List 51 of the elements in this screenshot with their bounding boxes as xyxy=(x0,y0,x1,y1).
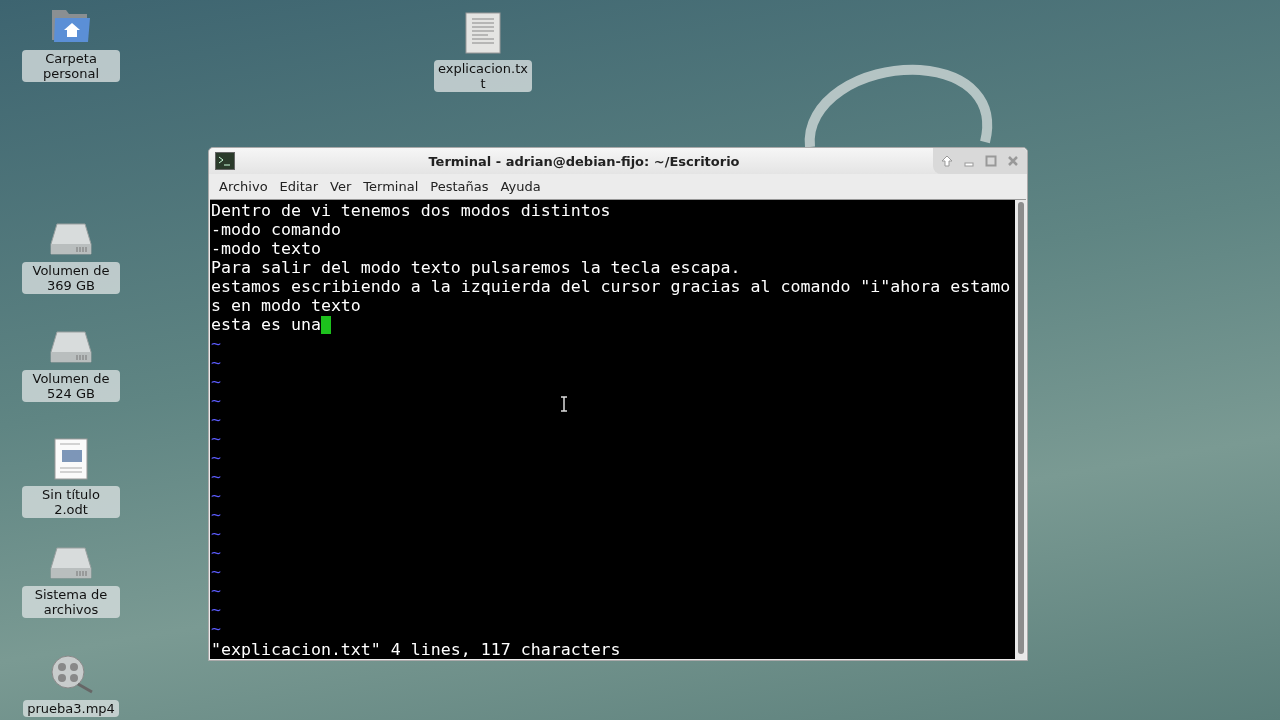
empty-line-marker: ~ xyxy=(211,600,221,619)
empty-line-marker: ~ xyxy=(211,410,221,429)
empty-line-marker: ~ xyxy=(211,581,221,600)
desktop-icon-label[interactable]: Carpeta personal xyxy=(22,50,120,82)
empty-line-marker: ~ xyxy=(211,448,221,467)
hard-drive-icon[interactable] xyxy=(49,330,93,364)
status-line: "explicacion.txt" 4 lines, 117 characters xyxy=(211,640,621,659)
empty-line-marker: ~ xyxy=(211,562,221,581)
menu-item[interactable]: Terminal xyxy=(357,179,425,194)
empty-line-marker: ~ xyxy=(211,543,221,562)
buffer-line: -modo texto xyxy=(211,239,321,258)
buffer-line: Dentro de vi tenemos dos modos distintos xyxy=(211,201,611,220)
empty-line-marker: ~ xyxy=(211,334,221,353)
menu-item[interactable]: Pestañas xyxy=(424,179,495,194)
menu-item[interactable]: Ayuda xyxy=(494,179,547,194)
document-icon[interactable] xyxy=(54,438,88,480)
close-icon[interactable] xyxy=(1007,155,1019,167)
window-title: Terminal - adrian@debian-fijo: ~/Escritorio xyxy=(427,153,741,169)
buffer-line: esta es una xyxy=(211,315,321,334)
menu-item[interactable]: Archivo xyxy=(213,179,274,194)
empty-line-marker: ~ xyxy=(211,524,221,543)
text-file-icon[interactable] xyxy=(465,12,501,54)
desktop-icon-label[interactable]: Sistema de archivos xyxy=(22,586,120,618)
empty-line-marker: ~ xyxy=(211,486,221,505)
menu-item[interactable]: Editar xyxy=(273,179,325,194)
empty-line-marker: ~ xyxy=(211,505,221,524)
empty-line-marker: ~ xyxy=(211,467,221,486)
empty-line-marker: ~ xyxy=(211,372,221,391)
scrollbar-thumb[interactable] xyxy=(1017,202,1024,654)
scrollbar[interactable] xyxy=(1015,200,1026,659)
buffer-line: estamos escribiendo a la izquierda del cursor gracias al comando "i"ahora estamo xyxy=(211,277,1011,296)
terminal-icon xyxy=(215,152,235,170)
empty-line-marker: ~ xyxy=(211,353,221,372)
buffer-line: Para salir del modo texto pulsaremos la tecla escapa. xyxy=(211,258,741,277)
desktop-icon-label[interactable]: explicacion.txt xyxy=(434,60,532,92)
buffer-line: -modo comando xyxy=(211,220,341,239)
hard-drive-icon[interactable] xyxy=(49,222,93,256)
desktop-icon-label[interactable]: Sin título 2.odt xyxy=(22,486,120,518)
desktop-icon-label[interactable]: prueba3.mp4 xyxy=(23,700,119,717)
maximize-icon[interactable] xyxy=(985,155,997,167)
empty-line-marker: ~ xyxy=(211,429,221,448)
desktop-icon-label[interactable]: Volumen de 524 GB xyxy=(22,370,120,402)
menu-item[interactable]: Ver xyxy=(324,179,358,194)
film-reel-icon[interactable] xyxy=(48,654,94,694)
hard-drive-icon[interactable] xyxy=(49,546,93,580)
up-arrow-icon[interactable] xyxy=(941,155,953,167)
desktop-icon-label[interactable]: Volumen de 369 GB xyxy=(22,262,120,294)
empty-line-marker: ~ xyxy=(211,391,221,410)
empty-line-marker: ~ xyxy=(211,619,221,638)
mouse-ibeam-icon xyxy=(560,396,568,412)
buffer-line: s en modo texto xyxy=(211,296,361,315)
